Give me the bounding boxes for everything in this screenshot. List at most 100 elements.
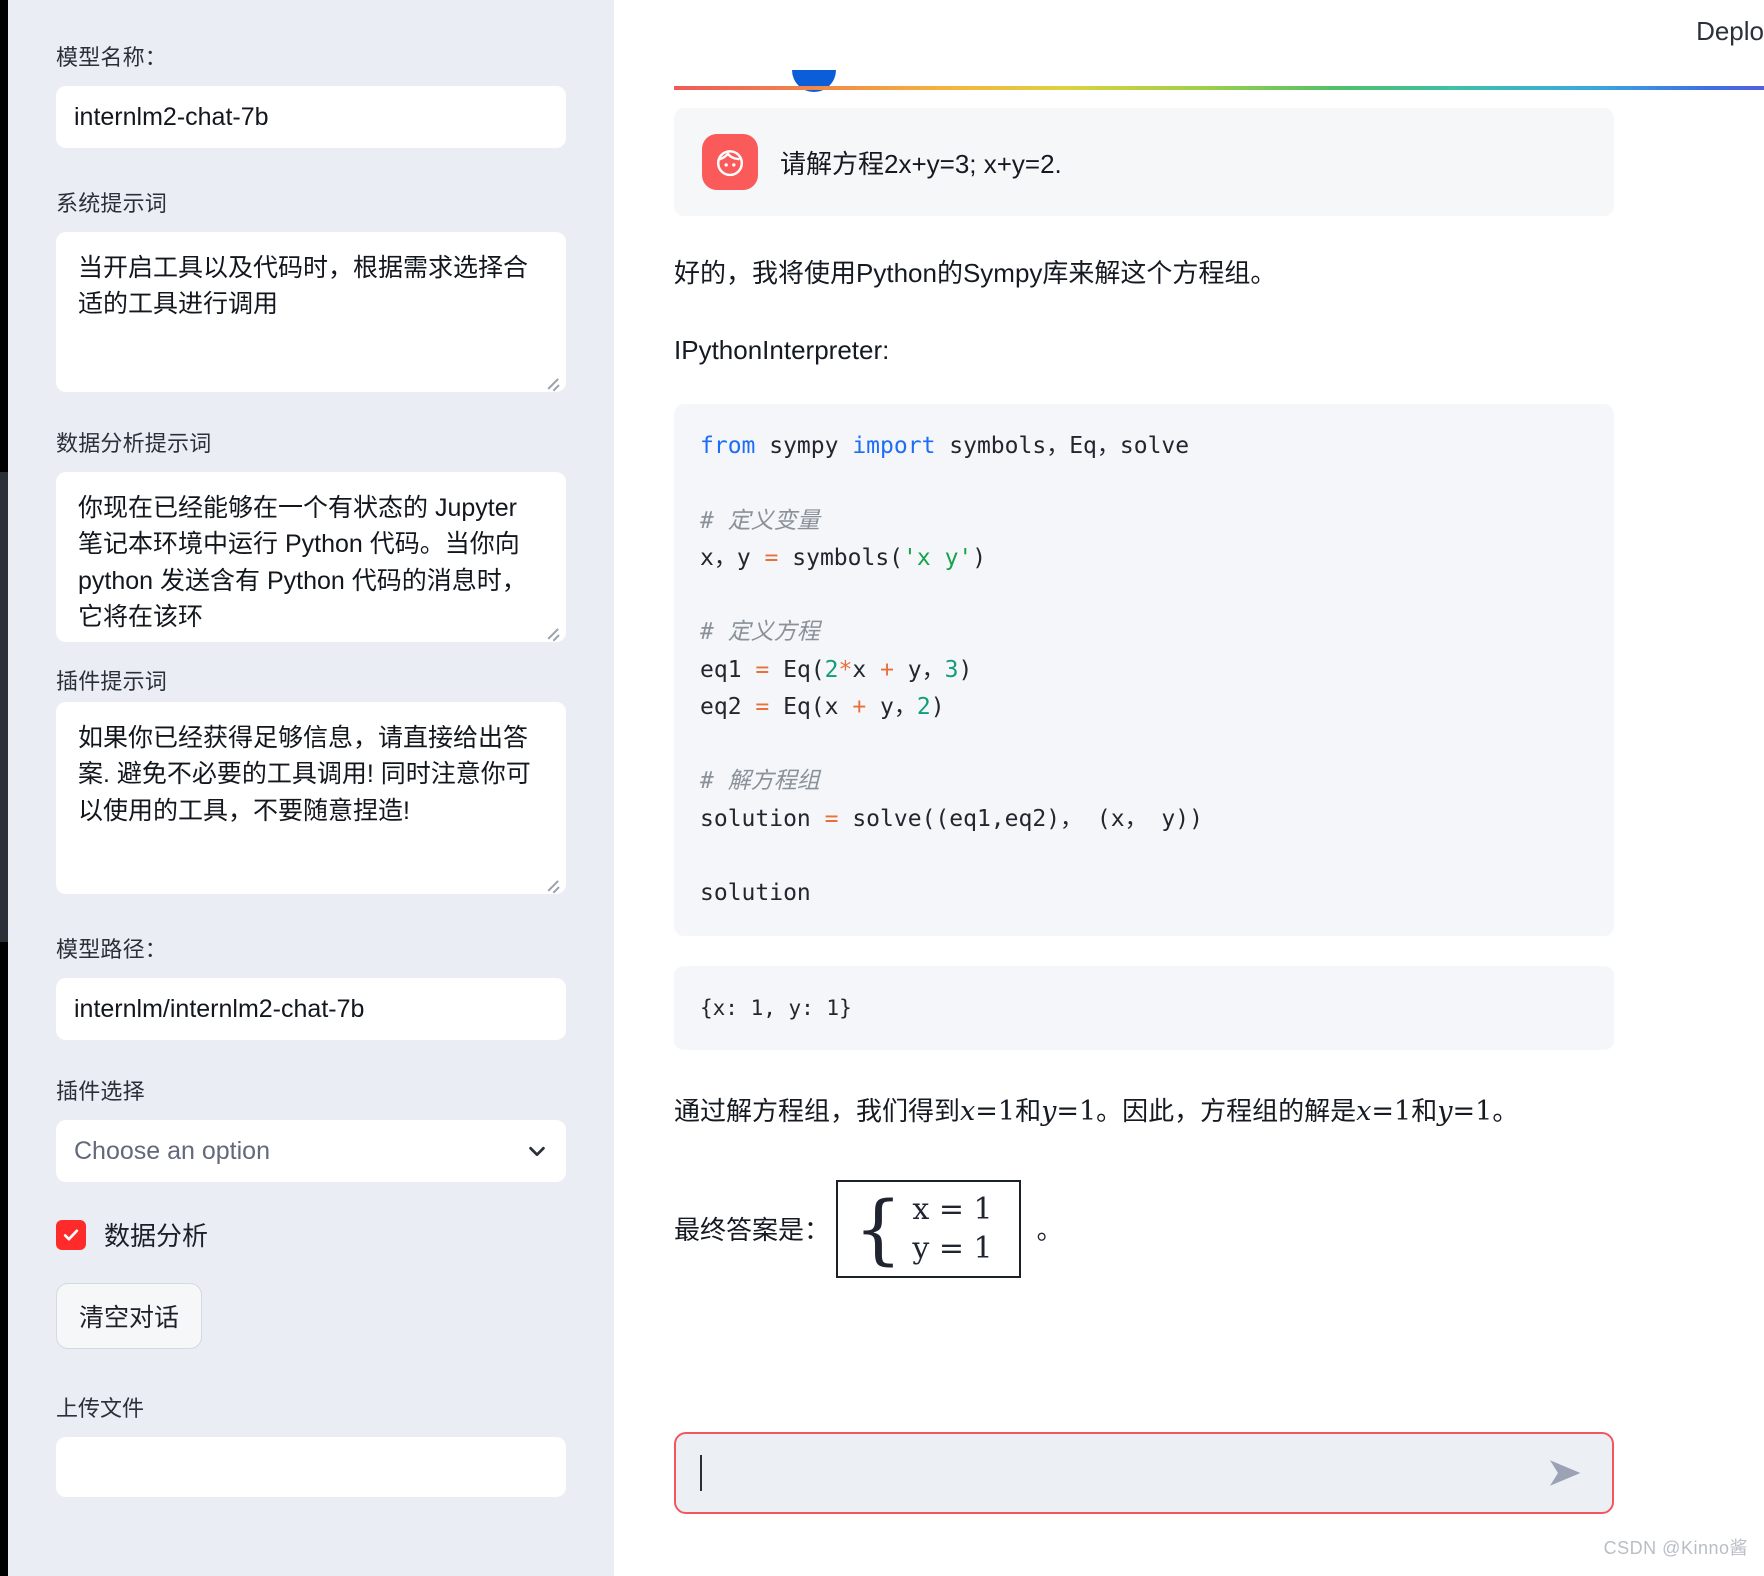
final-answer-row: 最终答案是： { x = 1 y = 1 。 <box>674 1179 1614 1278</box>
code-seg-10: ) <box>958 656 973 683</box>
system-prompt-text: 当开启工具以及代码时，根据需求选择合适的工具进行调用 <box>78 254 529 319</box>
data-analysis-prompt-label: 数据分析提示词 <box>56 431 212 456</box>
conclusion-seg-3: 。因此，方程组的解是 <box>1096 1096 1357 1127</box>
model-path-label: 模型路径： <box>56 937 168 962</box>
user-face-avatar-icon <box>702 134 758 190</box>
code-seg-13: y， <box>866 693 917 720</box>
math-val-1: 1 <box>997 1096 1016 1128</box>
rainbow-divider <box>674 86 1764 90</box>
code-seg-5: ) <box>972 544 987 571</box>
watermark: CSDN @Kinno酱 <box>1603 1538 1748 1558</box>
data-analysis-checkbox[interactable] <box>56 1219 86 1250</box>
conclusion-seg-4: 和 <box>1411 1096 1438 1127</box>
model-name-label: 模型名称： <box>56 45 168 70</box>
deploy-button[interactable]: Deplo <box>1696 16 1764 47</box>
math-eq-2: = <box>1056 1096 1079 1128</box>
code-op-6: + <box>852 693 867 720</box>
code-op-1: = <box>764 544 779 571</box>
code-op-3: * <box>838 656 853 683</box>
code-seg-2: symbols，Eq，solve <box>935 433 1190 459</box>
math-var-2: y <box>1041 1096 1057 1128</box>
code-comment-1: # 定义变量 <box>700 507 820 534</box>
code-num-1: 2 <box>824 656 839 683</box>
window-scrollbar-track[interactable] <box>0 0 8 1576</box>
code-seg-9: y， <box>893 656 945 683</box>
chat-thread: 请解方程2x+y=3; x+y=2. 好的，我将使用Python的Sympy库来… <box>674 108 1614 1278</box>
conclusion-paragraph: 通过解方程组，我们得到x=1和y=1。因此，方程组的解是x=1和y=1。 <box>674 1090 1614 1134</box>
plugin-select[interactable]: Choose an option <box>56 1120 566 1182</box>
clear-chat-button[interactable]: 清空对话 <box>56 1283 203 1349</box>
code-seg-1: sympy <box>755 433 853 459</box>
code-output-block: {x: 1, y: 1} <box>674 966 1614 1051</box>
user-message-row: 请解方程2x+y=3; x+y=2. <box>674 108 1614 216</box>
math-eq-3: = <box>1371 1096 1395 1128</box>
code-kw-from: from <box>700 433 756 459</box>
equation-line-1: x = 1 <box>912 1191 993 1227</box>
code-seg-12: Eq(x <box>769 693 853 720</box>
data-analysis-checkbox-label: 数据分析 <box>104 1221 209 1251</box>
math-eq-1: = <box>975 1096 998 1128</box>
model-name-input[interactable]: internlm2-chat-7b <box>56 86 566 148</box>
code-string-1: 'x y' <box>903 544 973 571</box>
code-op-2: = <box>755 656 770 683</box>
code-seg-15: solution <box>700 805 825 832</box>
python-code-block: from sympy import symbols，Eq，solve # 定义变… <box>674 404 1614 937</box>
code-seg-16: solve((eq1,eq2)， (x， y)) <box>838 805 1203 832</box>
data-analysis-checkbox-row[interactable]: 数据分析 <box>56 1216 566 1253</box>
code-comment-2: # 定义方程 <box>700 619 820 646</box>
system-prompt-textarea[interactable]: 当开启工具以及代码时，根据需求选择合适的工具进行调用 <box>56 232 566 392</box>
code-seg-4: symbols( <box>778 544 904 571</box>
code-op-7: = <box>824 805 839 832</box>
math-var-3: x <box>1356 1096 1372 1128</box>
equation-system: x = 1 y = 1 <box>912 1192 992 1266</box>
window-scrollbar-thumb[interactable] <box>0 472 8 942</box>
math-eq-4: = <box>1452 1096 1476 1128</box>
final-answer-label: 最终答案是： <box>674 1215 831 1246</box>
upload-file-dropzone[interactable] <box>56 1437 566 1497</box>
send-button[interactable] <box>1544 1457 1588 1489</box>
math-var-4: y <box>1437 1096 1453 1128</box>
code-seg-6: eq1 <box>700 656 756 683</box>
user-message-text: 请解方程2x+y=3; x+y=2. <box>780 148 1062 179</box>
plugin-prompt-textarea[interactable]: 如果你已经获得足够信息，请直接给出答案. 避免不必要的工具调用! 同时注意你可以… <box>56 702 566 894</box>
settings-sidebar: 模型名称： internlm2-chat-7b 系统提示词 当开启工具以及代码时… <box>8 0 614 1576</box>
math-val-4: 1 <box>1475 1096 1493 1128</box>
code-seg-8: x <box>852 656 881 683</box>
code-seg-3: x，y <box>700 544 765 571</box>
code-op-5: = <box>755 693 770 720</box>
model-path-input[interactable]: internlm/internlm2-chat-7b <box>56 978 566 1040</box>
data-analysis-prompt-text: 你现在已经能够在一个有状态的 Jupyter 笔记本环境中运行 Python 代… <box>78 494 527 631</box>
chevron-down-icon[interactable] <box>526 1140 548 1162</box>
resize-grip-icon[interactable] <box>544 622 560 638</box>
code-seg-7: Eq( <box>769 656 825 683</box>
tool-name-text: IPythonInterpreter: <box>674 335 890 365</box>
code-num-3: 2 <box>916 693 931 720</box>
message-composer[interactable] <box>674 1432 1614 1514</box>
conclusion-seg-1: 通过解方程组，我们得到 <box>674 1096 961 1127</box>
resize-grip-icon[interactable] <box>544 874 560 890</box>
code-op-4: + <box>880 656 894 683</box>
assistant-intro-text: 好的，我将使用Python的Sympy库来解这个方程组。 <box>674 258 1277 288</box>
code-seg-17: solution <box>700 880 811 906</box>
check-icon <box>63 1229 79 1240</box>
plugin-prompt-text: 如果你已经获得足够信息，请直接给出答案. 避免不必要的工具调用! 同时注意你可以… <box>78 724 531 825</box>
data-analysis-prompt-textarea[interactable]: 你现在已经能够在一个有状态的 Jupyter 笔记本环境中运行 Python 代… <box>56 472 566 642</box>
send-arrow-icon[interactable] <box>1544 1457 1588 1489</box>
upload-file-label: 上传文件 <box>56 1396 145 1421</box>
math-val-3: 1 <box>1394 1096 1412 1128</box>
conclusion-seg-2: 和 <box>1015 1096 1042 1127</box>
plugin-select-label: 插件选择 <box>56 1079 145 1104</box>
left-brace-glyph: { <box>854 1183 903 1273</box>
plugin-select-value: Choose an option <box>74 1136 270 1165</box>
equation-line-2: y = 1 <box>912 1230 993 1266</box>
conclusion-seg-5: 。 <box>1492 1096 1519 1127</box>
final-answer-box: { x = 1 y = 1 <box>836 1179 1021 1278</box>
chat-main: Deplo 请解方程2x+y=3; x+y=2. 好的，我将使用Python的S… <box>614 0 1764 1576</box>
code-seg-14: ) <box>930 693 945 720</box>
math-var-1: x <box>960 1096 976 1128</box>
resize-grip-icon[interactable] <box>544 372 560 388</box>
code-num-2: 3 <box>944 656 959 683</box>
final-answer-period: 。 <box>1036 1215 1063 1246</box>
code-comment-3: # 解方程组 <box>700 768 820 795</box>
math-val-2: 1 <box>1078 1096 1097 1128</box>
